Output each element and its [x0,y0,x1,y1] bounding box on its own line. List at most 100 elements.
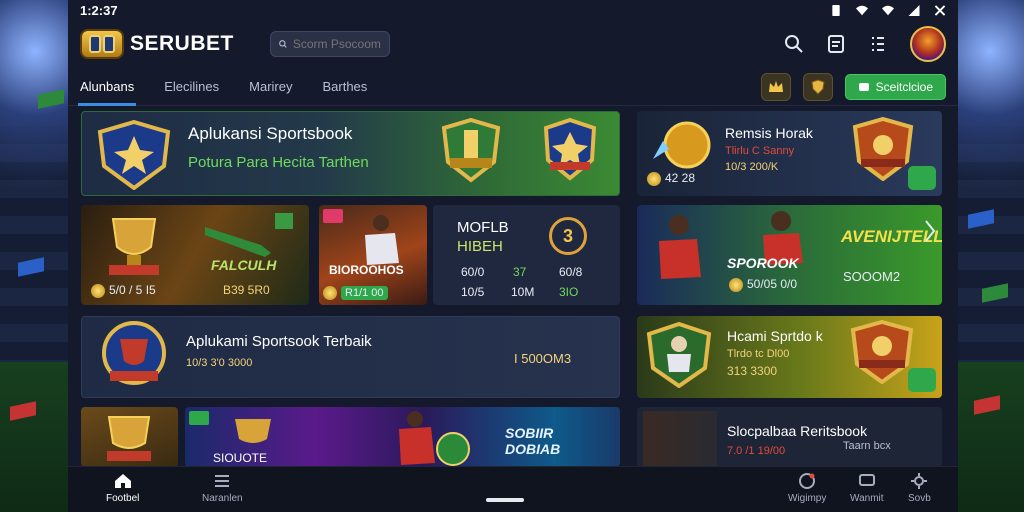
bottom-banner-right-text: SOBIIR DOBIAB [505,425,561,457]
shield-badge-icon [97,120,171,190]
flag-icon [968,209,994,229]
player-card-title: BIOROOHOS [329,263,404,277]
trophy-card[interactable]: FALCULH 5/0 / 5 I5 B39 5R0 [81,205,309,305]
match-heading1: MOFLB [457,219,509,236]
coin-icon [323,285,337,300]
menu-icon[interactable] [868,34,888,54]
promo2-title: Hcami Sprtdo k [727,328,823,344]
hero-card[interactable]: Aplukansi Sportsbook Potura Para Hecita … [81,111,620,196]
promo-title: Remsis Horak [725,125,813,141]
status-bar: 1:2:37 [68,0,958,20]
crown-icon [768,80,783,92]
match-cell: 60/8 [559,265,583,279]
player-icon [659,215,701,279]
check-icon [908,368,936,392]
match-heading2: HIBEH [457,238,503,255]
hero-title: Aplukansi Sportsbook [188,124,353,143]
stadium-background-right [956,0,1024,512]
gear-icon [911,473,928,489]
player-card-score: R1/1 00 [323,285,388,300]
search-icon [278,40,287,48]
search-input[interactable] [292,37,381,51]
shield-button[interactable] [802,72,833,101]
promo-card-2[interactable]: Hcami Sprtdo k Tlrdo tc Dl00 313 3300 [637,316,942,398]
match-cell: 3IO [559,285,579,299]
brand-name: SERUBET [130,32,234,55]
chat-icon [858,474,875,486]
player-badge-icon [646,322,712,388]
football-card-amount: SOOOM2 [843,269,901,284]
home-indicator[interactable] [486,498,524,502]
bottom-right-title: Slocpalbaa Reritsbook [727,423,868,439]
nav-naranlen[interactable]: Naranlen [202,473,243,504]
trophy-icon [235,419,271,443]
status-time: 1:2:37 [80,2,118,18]
tab-bar: Alunbans Elecilines Marirey Barthes Scei… [68,68,958,106]
nav-wigimpy[interactable]: Wigimpy [788,473,826,504]
bottom-nav: Footbel Naranlen Wigimpy Wanmit Sovb [68,466,958,512]
search-box[interactable] [269,31,390,57]
tab-barthes[interactable]: Barthes [322,68,367,106]
sportsbook-card[interactable]: Aplukami Sportsook Terbaik 10/3 3'0 3000… [81,316,620,398]
hero-subtitle: Potura Para Hecita Tarthen [188,154,369,171]
close-icon[interactable] [934,4,946,16]
player-card[interactable]: BIOROOHOS R1/1 00 [319,205,427,305]
match-cell: 60/0 [461,265,485,279]
wifi-icon [882,5,894,15]
live-icon [323,209,343,223]
trophy-icon [107,416,151,461]
cta-button[interactable]: Sceitclcioe [844,73,946,100]
top-bar: SERUBET [68,20,958,68]
check-icon [908,166,936,190]
tab-alunbans[interactable]: Alunbans [77,68,137,106]
promo-card[interactable]: 42 28 Remsis Horak Tlirlu C Sanny 10/3 2… [637,111,942,196]
trophy-card-score2: B39 5R0 [223,283,270,297]
logo-icon [80,29,124,59]
bottom-banner[interactable]: SIOUOTE SOBIIR DOBIAB [185,407,620,467]
flag-icon [18,257,44,277]
small-trophy-card[interactable] [81,407,178,467]
player-icon [399,411,470,466]
bottom-right-line2: 7.0 /1 19/00 [727,445,786,457]
sportsbook-title: Aplukami Sportsook Terbaik [186,333,372,350]
tab-elecilines[interactable]: Elecilines [164,68,219,106]
promo-line2: 10/3 200/K [725,161,779,173]
nav-sovb[interactable]: Sovb [908,473,931,504]
search-icon[interactable] [784,34,804,54]
nav-footbel[interactable]: Footbel [106,473,139,504]
tab-marirey[interactable]: Marirey [249,68,292,106]
nav-wanmit[interactable]: Wanmit [850,473,884,504]
football-card[interactable]: SPOROOK AVENIJTELL 50/05 0/0 SOOOM2 [637,205,942,305]
logo[interactable]: SERUBET [80,29,234,59]
signal-icon [908,4,920,16]
ticket-icon [858,82,869,91]
trophy-card-title: FALCULH [211,257,277,273]
trophy-shield-icon [441,118,501,183]
chevron-right-icon[interactable] [924,219,936,243]
shield-badge-icon [850,320,914,384]
promo2-line1: Tlrdo tc Dl00 [727,348,790,360]
match-table-card[interactable]: MOFLB HIBEH 3 60/0 37 60/8 10/5 10M 3IO [433,205,620,305]
shield-badge-icon [852,117,914,181]
match-cell: 37 [513,265,527,279]
live-icon [189,411,209,425]
wifi-icon [856,5,868,15]
receipt-icon[interactable] [826,34,846,54]
sportsbook-sub: 10/3 3'0 3000 [186,357,253,369]
player-icon [365,215,399,265]
football-card-stat: 50/05 0/0 [729,277,797,292]
app-window: 1:2:37 SERUBET Scorm Psocoom Alunbans El… [68,0,958,512]
coin-icon [729,277,743,292]
bottom-right-card[interactable]: Slocpalbaa Reritsbook Taarn bcx 7.0 /1 1… [637,407,942,467]
trophy-icon [109,218,159,275]
players-image [643,411,717,467]
bottom-right-line1: Taarn bcx [843,440,891,452]
coin-icon [91,283,105,298]
crown-button[interactable] [760,72,791,101]
promo-line1: Tlirlu C Sanny [725,145,795,157]
promo-stat: 42 28 [647,171,695,186]
list-icon [215,475,230,487]
match-cell: 10M [511,285,535,299]
home-icon [114,474,131,488]
avatar[interactable] [910,26,946,62]
